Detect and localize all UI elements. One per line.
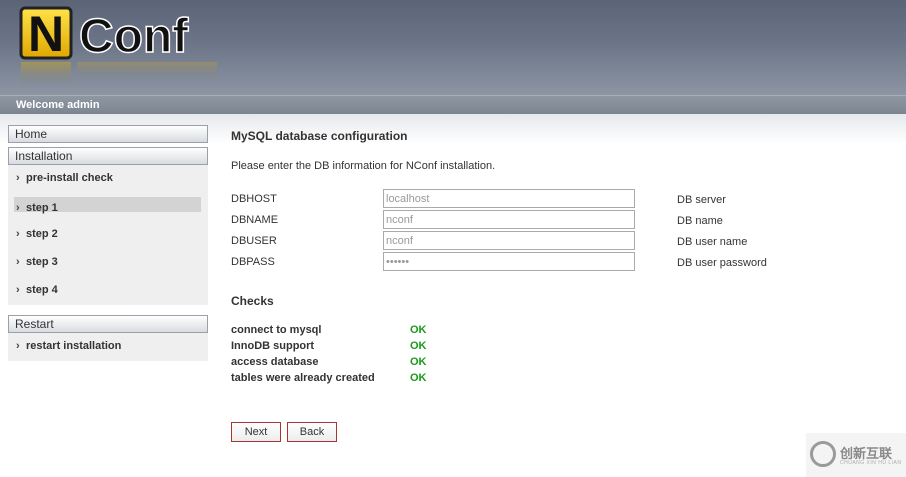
field-help: DB user name [677, 236, 748, 248]
sidebar-item-label: step 4 [26, 284, 58, 296]
field-label: DBHOST [231, 193, 277, 205]
sidebar-item-pre-install-check[interactable]: › pre-install check [8, 165, 208, 193]
check-row: access database OK [231, 356, 531, 372]
svg-text:Conf: Conf [79, 10, 189, 63]
form-row-dbhost: DBHOST DB server [231, 189, 831, 209]
chevron-right-icon: › [16, 256, 20, 268]
sidebar-item-step-1[interactable]: › step 1 [8, 193, 208, 221]
chevron-right-icon: › [16, 228, 20, 240]
checks-heading: Checks [231, 294, 274, 308]
sidebar-item-step-4[interactable]: › step 4 [8, 277, 208, 305]
status-ok: OK [410, 356, 427, 368]
field-help: DB name [677, 215, 723, 227]
sidebar-item-label: step 1 [26, 202, 58, 214]
watermark: 创新互联 CHUANG XIN HU LIAN [806, 433, 906, 477]
next-button[interactable]: Next [231, 422, 281, 442]
nconf-logo: N Conf [19, 6, 217, 88]
welcome-text: Welcome admin [16, 99, 100, 111]
sidebar-restart-block: Restart › restart installation [8, 315, 208, 361]
sidebar-item-restart-installation[interactable]: › restart installation [8, 333, 208, 361]
sidebar-item-step-2[interactable]: › step 2 [8, 221, 208, 249]
field-label: DBUSER [231, 235, 277, 247]
back-button[interactable]: Back [287, 422, 337, 442]
main-content: MySQL database configuration Please ente… [231, 129, 891, 442]
intro-text: Please enter the DB information for NCon… [231, 160, 496, 172]
svg-text:N: N [28, 6, 64, 62]
check-row: connect to mysql OK [231, 324, 531, 340]
dbhost-input[interactable] [383, 189, 635, 208]
sidebar-item-label: step 3 [26, 256, 58, 268]
page-title: MySQL database configuration [231, 129, 408, 143]
check-name: InnoDB support [231, 340, 315, 352]
dbname-input[interactable] [383, 210, 635, 229]
status-ok: OK [410, 324, 427, 336]
sidebar-item-label: restart installation [26, 340, 122, 352]
dbuser-input[interactable] [383, 231, 635, 250]
header: N Conf [0, 0, 906, 95]
welcome-bar: Welcome admin [0, 95, 906, 114]
sidebar-item-label: pre-install check [26, 172, 113, 184]
field-help: DB user password [677, 257, 767, 269]
field-label: DBPASS [231, 256, 275, 268]
chevron-right-icon: › [16, 284, 20, 296]
check-name: tables were already created [231, 372, 375, 384]
field-help: DB server [677, 194, 726, 206]
check-name: connect to mysql [231, 324, 322, 336]
form-row-dbpass: DBPASS DB user password [231, 252, 831, 272]
sidebar-installation-header: Installation [8, 147, 208, 165]
sidebar-restart-header: Restart [8, 315, 208, 333]
status-ok: OK [410, 372, 427, 384]
watermark-logo-icon [810, 441, 836, 467]
sidebar-installation-block: Installation › pre-install check › step … [8, 147, 208, 305]
form-row-dbname: DBNAME DB name [231, 210, 831, 230]
check-row: InnoDB support OK [231, 340, 531, 356]
sidebar-item-step-3[interactable]: › step 3 [8, 249, 208, 277]
check-row: tables were already created OK [231, 372, 531, 388]
watermark-subtext: CHUANG XIN HU LIAN [840, 460, 902, 466]
field-label: DBNAME [231, 214, 279, 226]
chevron-right-icon: › [16, 340, 20, 352]
dbpass-input[interactable] [383, 252, 635, 271]
chevron-right-icon: › [16, 172, 20, 184]
form-row-dbuser: DBUSER DB user name [231, 231, 831, 251]
sidebar-home-link[interactable]: Home [8, 125, 208, 143]
sidebar: Home Installation › pre-install check › … [8, 125, 208, 371]
status-ok: OK [410, 340, 427, 352]
chevron-right-icon: › [16, 202, 20, 214]
check-name: access database [231, 356, 319, 368]
sidebar-home-block: Home [8, 125, 208, 143]
sidebar-item-label: step 2 [26, 228, 58, 240]
